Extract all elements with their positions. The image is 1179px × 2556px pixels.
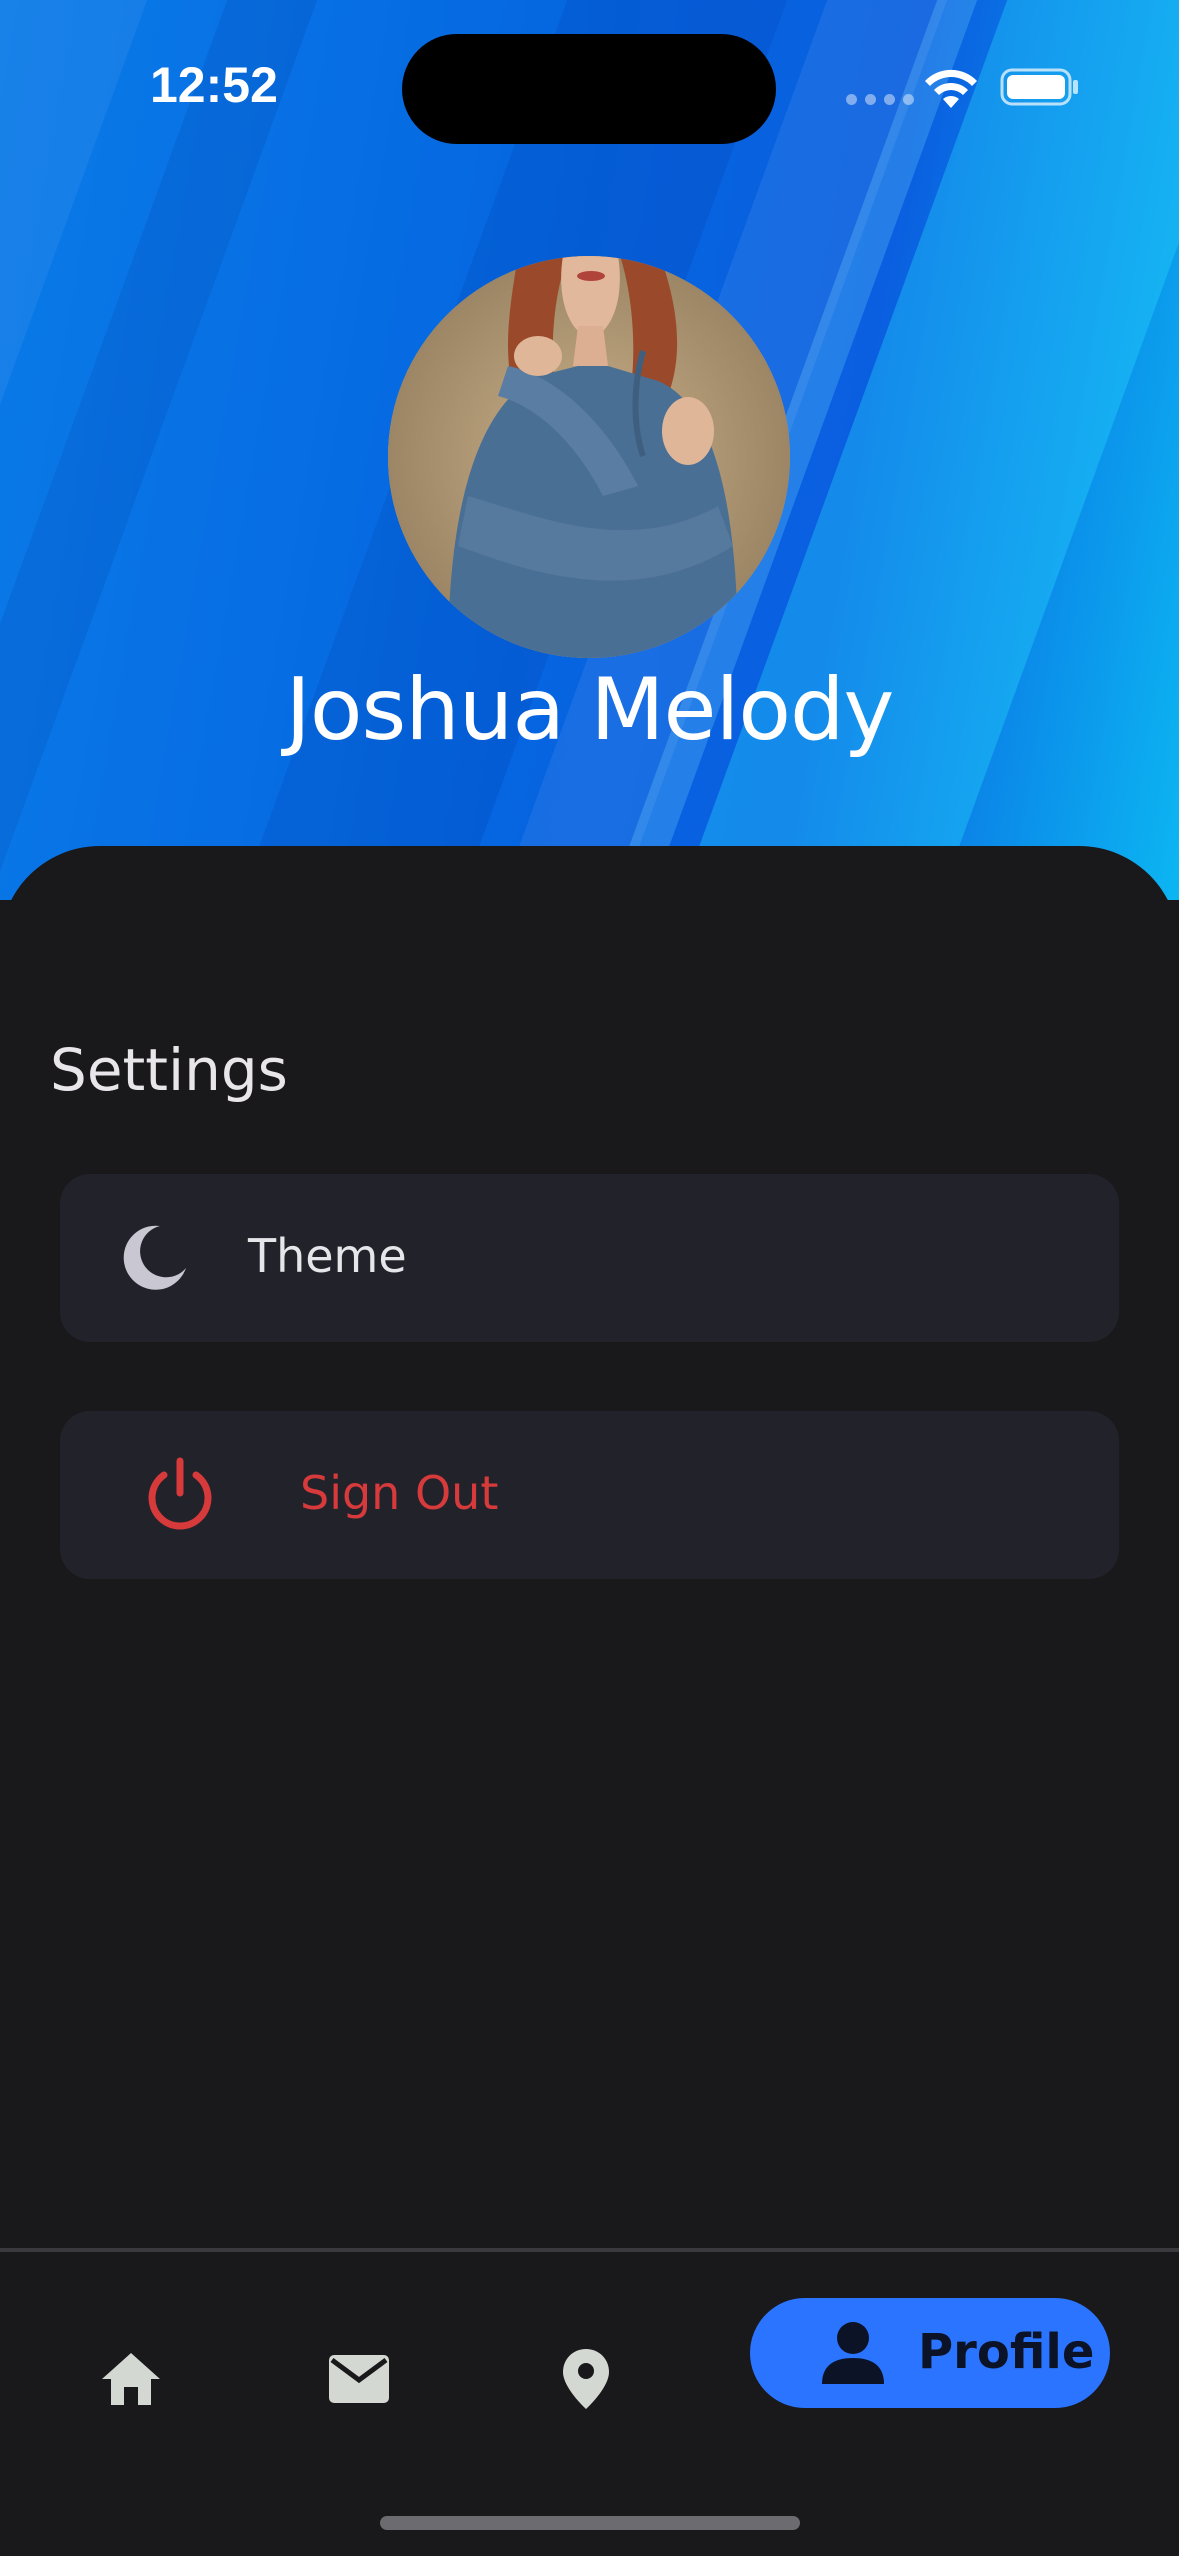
sign-out-label: Sign Out [300,1466,499,1520]
bottom-nav: Profile [0,2252,1179,2556]
theme-label: Theme [248,1229,407,1283]
sign-out-row[interactable]: Sign Out [60,1411,1119,1579]
nav-home[interactable] [76,2324,186,2434]
avatar[interactable] [388,256,790,658]
cellular-signal-icon [846,94,914,105]
home-icon [102,2353,160,2405]
home-indicator[interactable] [380,2516,800,2530]
theme-setting-row[interactable]: Theme [60,1174,1119,1342]
status-time: 12:52 [150,57,278,113]
profile-name: Joshua Melody [285,660,895,760]
battery-icon [1000,68,1078,106]
nav-messages[interactable] [304,2324,414,2434]
avatar-photo [388,256,790,658]
profile-screen: 12:52 Joshua Melody Settings Theme Sign … [0,0,1179,2556]
nav-profile[interactable]: Profile [750,2298,1110,2408]
person-icon [822,2322,884,2384]
mail-icon [329,2355,389,2403]
nav-profile-label: Profile [918,2324,1095,2380]
nav-location[interactable] [531,2324,641,2434]
power-icon [148,1457,212,1530]
wifi-icon [925,69,977,108]
dynamic-island [402,34,776,144]
settings-title: Settings [50,1036,288,1104]
moon-icon [123,1225,186,1290]
location-pin-icon [563,2349,609,2409]
